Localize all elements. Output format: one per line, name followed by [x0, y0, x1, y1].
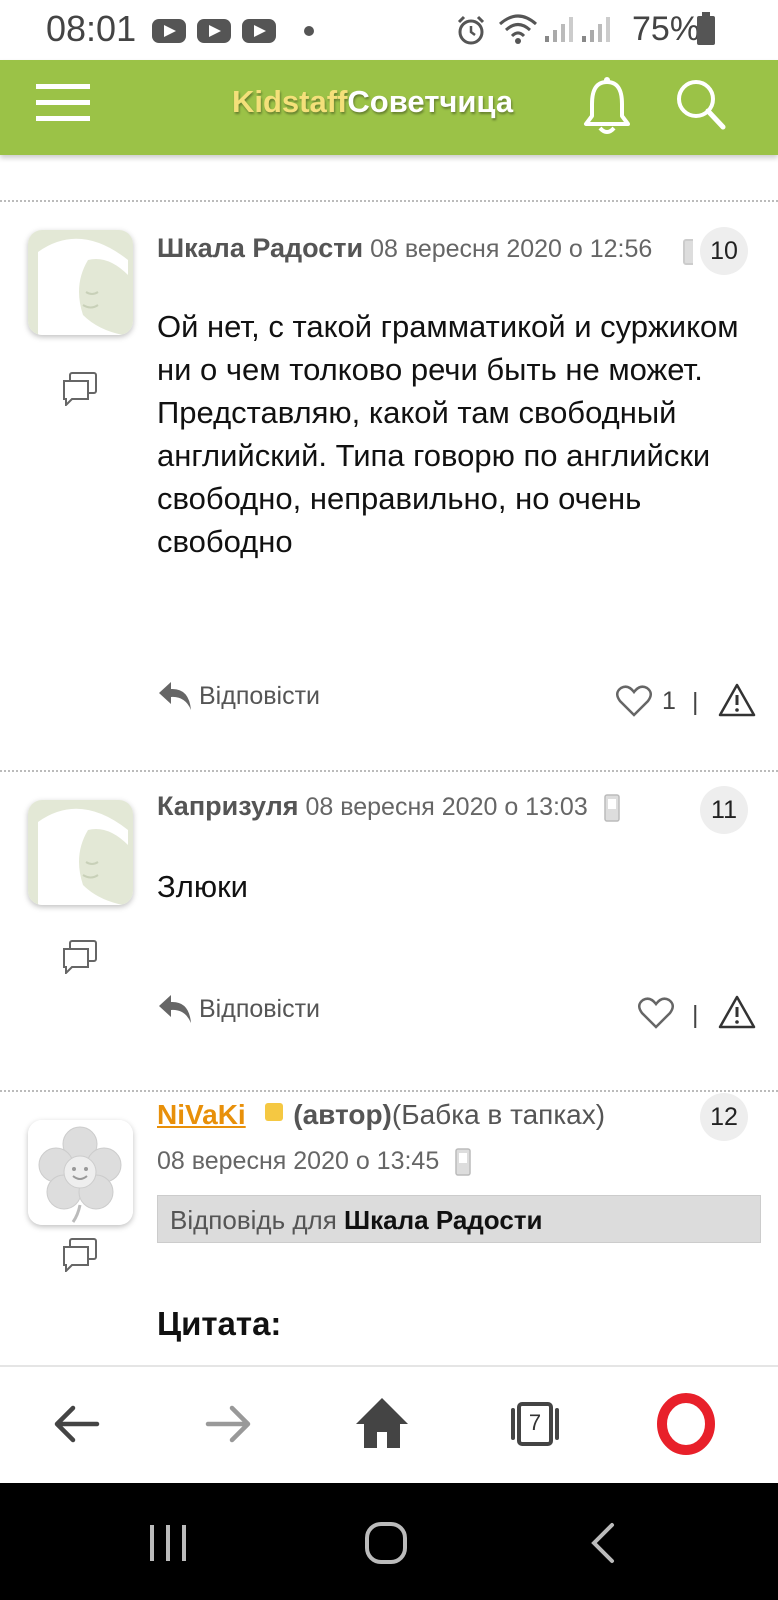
reply-label: Відповісти	[199, 994, 321, 1023]
youtube-notification-icon	[242, 19, 276, 43]
post-meta: Шкала Радости 08 вересня 2020 о 12:56	[157, 233, 652, 264]
tabs-count: 7	[528, 1410, 542, 1435]
more-notifications-dot-icon	[304, 26, 314, 36]
post-number[interactable]: 12	[700, 1093, 748, 1141]
reply-to-box: Відповідь для Шкала Радости	[157, 1195, 761, 1243]
home-circle-icon[interactable]	[364, 1521, 408, 1565]
reply-to-name[interactable]: Шкала Радости	[344, 1205, 542, 1235]
tabs-button[interactable]: 7	[503, 1392, 567, 1456]
action-separator: |	[692, 688, 699, 716]
browser-toolbar: 7	[0, 1365, 778, 1485]
post-number[interactable]: 10	[700, 227, 748, 275]
menu-icon[interactable]	[36, 82, 90, 124]
flower-avatar-icon	[28, 1120, 133, 1225]
app-header: KidstaffСоветчица	[0, 60, 778, 155]
online-status-icon	[265, 1103, 284, 1121]
reply-label: Відповісти	[199, 681, 321, 710]
post-divider	[0, 200, 778, 202]
quote-label: Цитата:	[157, 1305, 282, 1342]
post-number[interactable]: 11	[700, 786, 748, 834]
opera-menu-icon[interactable]	[654, 1392, 718, 1456]
like-count: 1	[662, 686, 676, 715]
author-name[interactable]: Шкала Радости	[157, 233, 363, 263]
forward-arrow-icon[interactable]	[196, 1392, 260, 1456]
battery-percentage: 75%	[632, 10, 701, 48]
status-time: 08:01	[46, 8, 137, 49]
back-arrow-icon[interactable]	[45, 1392, 109, 1456]
avatar[interactable]	[28, 1120, 133, 1225]
wifi-icon	[499, 14, 537, 44]
youtube-notification-icon	[197, 19, 231, 43]
youtube-notification-icon	[152, 19, 186, 43]
like-heart-icon[interactable]	[630, 155, 658, 159]
default-avatar-icon	[28, 800, 133, 905]
author-status: (Бабка в тапках)	[391, 1099, 606, 1130]
default-avatar-icon	[28, 230, 133, 335]
heart-icon	[616, 685, 652, 717]
reply-button[interactable]: Відповісти	[157, 680, 320, 712]
brand-section: Советчица	[347, 84, 514, 119]
alarm-icon	[457, 15, 485, 45]
author-name[interactable]: Капризуля	[157, 791, 299, 821]
home-icon[interactable]	[350, 1392, 414, 1456]
site-logo[interactable]: KidstaffСоветчица	[232, 84, 513, 120]
status-bar: 08:01 75%	[0, 0, 778, 60]
post-date: 08 вересня 2020 о 13:03	[305, 793, 588, 821]
post-date: 08 вересня 2020 о 12:56	[370, 235, 653, 263]
comments-thread-icon[interactable]	[62, 940, 98, 974]
post-divider	[0, 1090, 778, 1092]
mobile-device-icon	[603, 794, 620, 823]
heart-icon	[638, 997, 674, 1029]
post-divider	[0, 770, 778, 772]
post-date: 08 вересня 2020 о 13:45	[157, 1147, 440, 1175]
reply-arrow-icon	[159, 995, 191, 1023]
post-body: Ой нет, с такой грамматикой и суржиком н…	[157, 309, 739, 559]
notifications-bell-icon[interactable]	[580, 76, 634, 136]
post-meta: Капризуля 08 вересня 2020 о 13:03	[157, 791, 621, 823]
signal-icon	[545, 17, 573, 42]
system-back-icon[interactable]	[582, 1521, 626, 1565]
signal-icon	[582, 17, 610, 42]
post-body: Злюки	[157, 869, 248, 904]
system-navigation-bar	[0, 1483, 778, 1600]
report-icon[interactable]	[706, 155, 742, 159]
like-button[interactable]: 1	[616, 685, 676, 717]
author-name[interactable]: NiVaKi	[157, 1099, 246, 1130]
recent-apps-icon[interactable]	[146, 1521, 190, 1565]
action-separator: |	[692, 1001, 699, 1029]
post-meta: NiVaKi (автор)(Бабка в тапках)	[157, 1099, 605, 1131]
author-role: (автор)	[293, 1099, 392, 1130]
reply-button[interactable]: Відповісти	[157, 993, 320, 1025]
avatar[interactable]	[28, 800, 133, 905]
mobile-device-icon	[455, 1148, 471, 1177]
search-icon[interactable]	[675, 78, 727, 132]
avatar[interactable]	[28, 230, 133, 335]
mobile-device-icon	[683, 239, 693, 265]
reply-arrow-icon	[159, 682, 191, 710]
post-date-row: 08 вересня 2020 о 13:45	[157, 1147, 472, 1177]
report-warning-icon[interactable]	[718, 995, 756, 1029]
battery-icon	[697, 12, 715, 45]
brand-name: Kidstaff	[232, 84, 348, 119]
like-button[interactable]	[638, 997, 674, 1029]
reply-to-prefix: Відповідь для	[170, 1205, 337, 1235]
comments-list: Шкала Радости 08 вересня 2020 о 12:56 10…	[0, 155, 778, 1365]
comments-thread-icon[interactable]	[62, 372, 98, 406]
report-warning-icon[interactable]	[718, 683, 756, 717]
comments-thread-icon[interactable]	[62, 1238, 98, 1272]
